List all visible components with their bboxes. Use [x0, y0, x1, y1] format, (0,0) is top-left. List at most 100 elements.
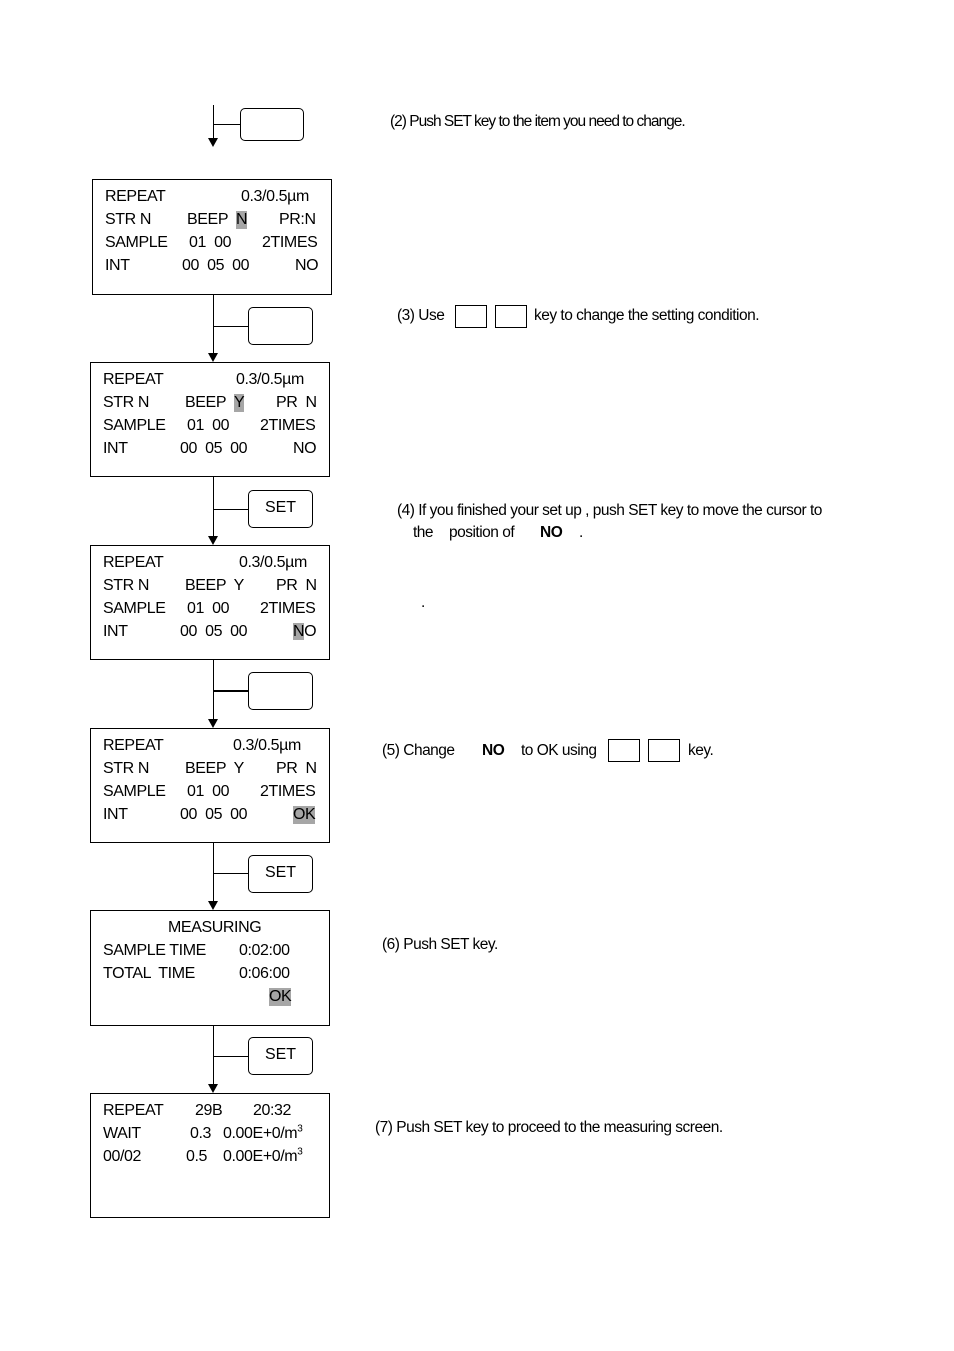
- key-button[interactable]: [248, 672, 313, 710]
- lcd-text: STR N: [103, 577, 150, 594]
- flow-line: [213, 294, 215, 354]
- lcd-text: 01 00: [187, 600, 230, 617]
- lcd-text: REPEAT: [103, 554, 164, 571]
- lcd-text: 0.5: [186, 1148, 208, 1165]
- lcd-text: REPEAT: [105, 188, 166, 205]
- lcd-text: WAIT: [103, 1125, 141, 1142]
- step-4-text: (4) If you finished your set up , push S…: [397, 502, 822, 519]
- lcd-text: 00/02: [103, 1148, 142, 1165]
- lcd-text: 0.3/0.5µm: [239, 554, 307, 571]
- lcd-text: BEEP: [185, 394, 227, 411]
- step-5-no: NO: [482, 742, 505, 759]
- step-2-text: (2) Push SET key to the item you need to…: [390, 113, 686, 130]
- lcd-text: 2TIMES: [260, 600, 316, 617]
- lcd-cursor: N: [293, 623, 305, 640]
- set-key-button[interactable]: SET: [248, 490, 313, 528]
- flow-connector: [213, 509, 248, 511]
- set-key-button[interactable]: SET: [248, 855, 313, 893]
- lcd-text: 0.00E+0/m: [223, 1125, 298, 1142]
- lcd-text: PR N: [276, 577, 317, 594]
- lcd-text: 2TIMES: [262, 234, 318, 251]
- key-icon: [608, 739, 640, 762]
- step-3-text: key to change the setting condition.: [534, 307, 760, 324]
- key-button[interactable]: [240, 108, 304, 141]
- lcd-text: 0.00E+0/m: [223, 1148, 298, 1165]
- lcd-text: 20:32: [253, 1102, 292, 1119]
- lcd-text: 2TIMES: [260, 783, 316, 800]
- flow-line: [213, 105, 215, 140]
- lcd-text: NO: [293, 440, 317, 457]
- lcd-text: SAMPLE: [105, 234, 168, 251]
- flow-connector: [213, 1056, 248, 1058]
- lcd-cursor: OK: [269, 988, 292, 1006]
- lcd-text: 00 05 00: [180, 440, 248, 457]
- superscript: 3: [297, 1123, 303, 1135]
- lcd-text: BEEP Y: [185, 577, 244, 594]
- lcd-text: INT: [103, 623, 128, 640]
- lcd-title: MEASURING: [168, 919, 262, 936]
- lcd-text: SAMPLE: [103, 417, 166, 434]
- lcd-text: 2TIMES: [260, 417, 316, 434]
- flow-line: [213, 1025, 215, 1085]
- lcd-text: SAMPLE TIME: [103, 942, 206, 959]
- lcd-text: INT: [103, 806, 128, 823]
- lcd-text: REPEAT: [103, 1102, 164, 1119]
- lcd-cursor: N: [236, 211, 248, 229]
- flow-connector: [213, 873, 248, 875]
- step-4-text: position of: [449, 524, 515, 541]
- step-5-text: key.: [688, 742, 714, 759]
- lcd-text: 0.3/0.5µm: [236, 371, 304, 388]
- step-4-no: NO: [540, 524, 563, 541]
- key-icon: [455, 305, 487, 328]
- flow-connector: [213, 326, 248, 328]
- lcd-text: STR N: [105, 211, 152, 228]
- step-4-text: .: [579, 524, 583, 541]
- lcd-text: 0.3: [190, 1125, 212, 1142]
- step-3-text: (3) Use: [397, 307, 445, 324]
- stray-dot: .: [421, 594, 425, 611]
- lcd-text: INT: [105, 257, 130, 274]
- flow-connector: [213, 124, 240, 126]
- lcd-text: REPEAT: [103, 737, 164, 754]
- lcd-text: BEEP: [187, 211, 229, 228]
- arrow-down-icon: [208, 138, 218, 147]
- superscript: 3: [297, 1146, 303, 1158]
- lcd-text: 01 00: [189, 234, 232, 251]
- key-icon: [648, 739, 680, 762]
- lcd-text: O: [304, 623, 317, 640]
- lcd-text: 00 05 00: [182, 257, 250, 274]
- lcd-text: 01 00: [187, 417, 230, 434]
- lcd-text: 29B: [195, 1102, 223, 1119]
- lcd-text: 01 00: [187, 783, 230, 800]
- lcd-text: PR N: [276, 760, 317, 777]
- lcd-text: PR:N: [279, 211, 316, 228]
- lcd-text: SAMPLE: [103, 600, 166, 617]
- lcd-text: SAMPLE: [103, 783, 166, 800]
- arrow-down-icon: [208, 536, 218, 545]
- lcd-cursor: Y: [234, 394, 245, 412]
- lcd-text: INT: [103, 440, 128, 457]
- lcd-cursor: OK: [293, 806, 316, 824]
- arrow-down-icon: [208, 719, 218, 728]
- lcd-text: BEEP Y: [185, 760, 244, 777]
- arrow-down-icon: [208, 353, 218, 362]
- lcd-text: STR N: [103, 760, 150, 777]
- step-5-text: (5) Change: [382, 742, 455, 759]
- manual-page: SET SET SET REPEAT 0.3/0.5µm STR N BEEP …: [0, 0, 954, 1351]
- step-6-text: (6) Push SET key.: [382, 936, 498, 953]
- lcd-text: 00 05 00: [180, 806, 248, 823]
- arrow-down-icon: [208, 1084, 218, 1093]
- step-5-text: to OK using: [521, 742, 597, 759]
- key-button[interactable]: [248, 307, 313, 345]
- set-key-button[interactable]: SET: [248, 1037, 313, 1075]
- lcd-text: PR N: [276, 394, 317, 411]
- step-4-text: the: [413, 524, 434, 541]
- step-7-text: (7) Push SET key to proceed to the measu…: [375, 1119, 723, 1136]
- key-icon: [495, 305, 527, 328]
- flow-connector: [213, 690, 248, 692]
- lcd-text: 0.3/0.5µm: [233, 737, 301, 754]
- lcd-text: 0.3/0.5µm: [241, 188, 309, 205]
- arrow-down-icon: [208, 901, 218, 910]
- lcd-text: TOTAL TIME: [103, 965, 195, 982]
- lcd-text: NO: [295, 257, 319, 274]
